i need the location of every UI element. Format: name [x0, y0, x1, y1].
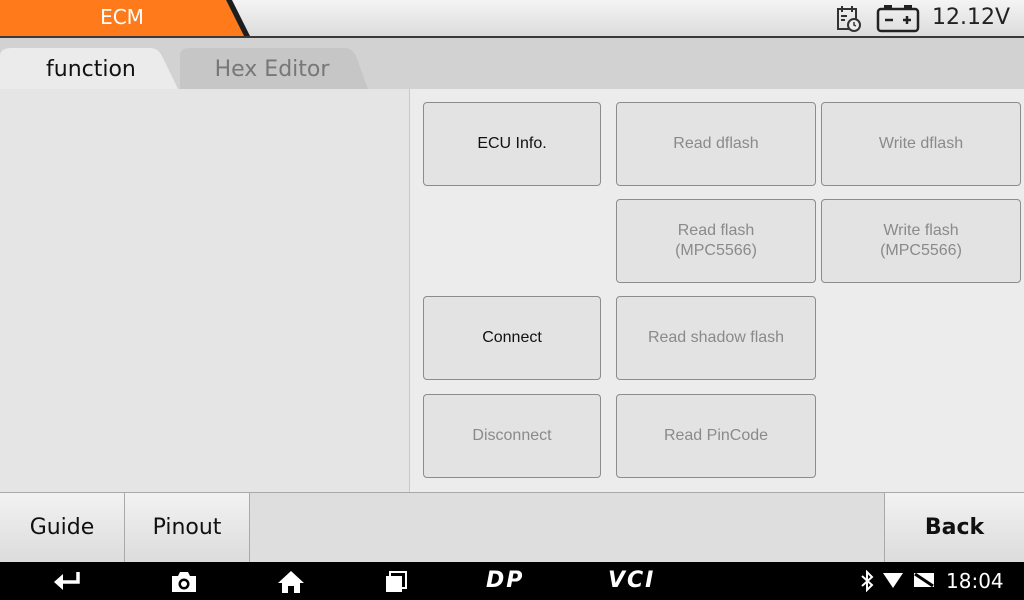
recents-icon[interactable] — [384, 570, 408, 594]
tab-hex-editor-label: Hex Editor — [214, 57, 330, 82]
read-pincode-button[interactable]: Read PinCode — [616, 394, 816, 478]
back-icon[interactable] — [52, 570, 82, 592]
function-panel: ECU Info. Read dflash Write dflash Read … — [410, 89, 1024, 492]
bottom-action-bar: Guide Pinout Back — [0, 492, 1024, 562]
read-shadow-flash-button[interactable]: Read shadow flash — [616, 296, 816, 380]
app-title: ECM — [100, 5, 144, 29]
system-nav-bar: DP VCI 18:04 — [0, 562, 1024, 600]
connect-button[interactable]: Connect — [423, 296, 601, 380]
battery-voltage: 12.12V — [932, 5, 1011, 30]
tab-strip: Hex Editor function — [0, 38, 1024, 89]
vci-label[interactable]: VCI — [608, 568, 655, 593]
tab-function[interactable]: function — [0, 46, 178, 89]
read-flash-button[interactable]: Read flash (MPC5566) — [616, 199, 816, 283]
camera-icon[interactable] — [170, 570, 198, 594]
disconnect-button[interactable]: Disconnect — [423, 394, 601, 478]
title-bar: ECM 12.12V — [0, 0, 1024, 38]
back-button[interactable]: Back — [884, 493, 1024, 562]
left-panel — [0, 89, 410, 492]
bluetooth-icon — [861, 570, 874, 592]
system-clock: 18:04 — [946, 569, 1004, 593]
app-title-tab: ECM — [0, 0, 250, 36]
tab-hex-editor[interactable]: Hex Editor — [176, 46, 368, 89]
ecu-info-button[interactable]: ECU Info. — [423, 102, 601, 186]
wifi-icon — [883, 573, 903, 588]
calendar-clock-icon — [837, 6, 861, 32]
tab-function-label: function — [46, 57, 136, 82]
home-icon[interactable] — [277, 570, 305, 594]
no-sim-icon — [914, 572, 934, 588]
write-dflash-button[interactable]: Write dflash — [821, 102, 1021, 186]
guide-button[interactable]: Guide — [0, 493, 125, 562]
battery-icon — [876, 5, 920, 33]
read-dflash-button[interactable]: Read dflash — [616, 102, 816, 186]
pinout-button[interactable]: Pinout — [125, 493, 250, 562]
write-flash-button[interactable]: Write flash (MPC5566) — [821, 199, 1021, 283]
dp-label[interactable]: DP — [486, 568, 524, 593]
